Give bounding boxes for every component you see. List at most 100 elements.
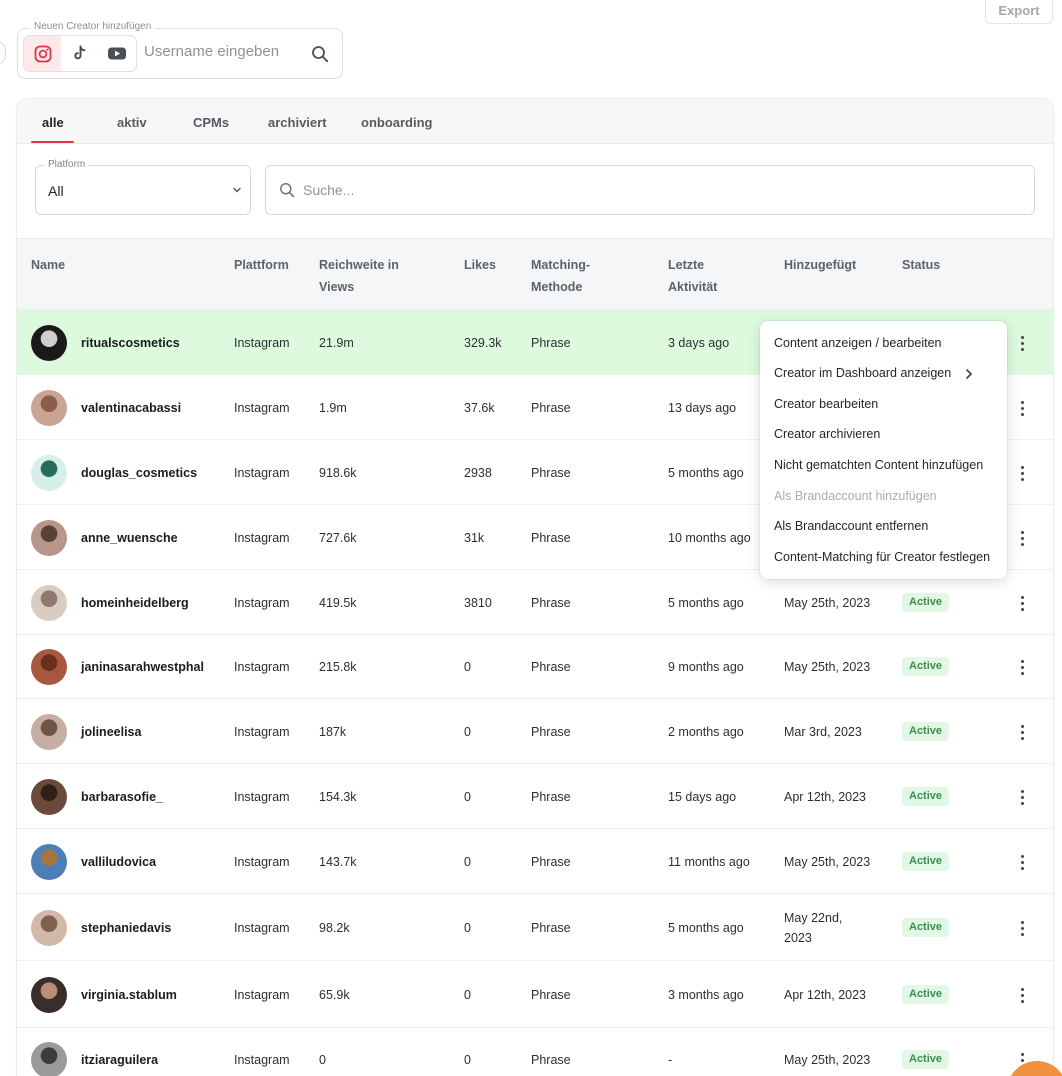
matching-method-cell: Phrase (531, 336, 571, 350)
likes-cell: 0 (464, 988, 471, 1002)
header-matching[interactable]: Matching- Methode (531, 254, 590, 298)
likes-cell: 31k (464, 531, 485, 545)
platform-cell: Instagram (234, 855, 290, 869)
header-activity-line1: Letzte (668, 258, 705, 272)
header-added[interactable]: Hinzugefügt (784, 254, 856, 276)
platform-cell: Instagram (234, 790, 290, 804)
table-header: Name Plattform Reichweite in Views Likes … (17, 238, 1053, 310)
username-input[interactable] (144, 43, 304, 60)
added-date-line1: May 25th, 2023 (784, 596, 871, 610)
export-button[interactable]: Export (985, 0, 1053, 24)
tab-onboarding[interactable]: onboarding (361, 115, 433, 130)
platform-select[interactable]: Platform All (35, 159, 251, 215)
more-actions-icon[interactable] (1018, 657, 1026, 677)
row-context-menu: Content anzeigen / bearbeiten Creator im… (760, 321, 1007, 579)
header-reach-line1: Reichweite in (319, 258, 399, 272)
search-icon[interactable] (311, 45, 329, 63)
avatar (31, 714, 67, 750)
header-likes[interactable]: Likes (464, 254, 496, 276)
creator-name[interactable]: ritualscosmetics (81, 333, 180, 353)
tab-archiviert[interactable]: archiviert (268, 115, 327, 130)
creator-name[interactable]: jolineelisa (81, 722, 141, 742)
avatar (31, 585, 67, 621)
reach-cell: 918.6k (319, 466, 357, 480)
tab-cpms[interactable]: CPMs (193, 115, 229, 130)
more-actions-icon[interactable] (1018, 398, 1026, 418)
more-actions-icon[interactable] (1018, 528, 1026, 548)
last-activity-cell: 11 months ago (668, 855, 750, 869)
added-date-line1: Apr 12th, 2023 (784, 988, 867, 1002)
tiktok-button[interactable] (61, 36, 98, 71)
more-actions-icon[interactable] (1018, 593, 1026, 613)
header-status[interactable]: Status (902, 254, 940, 276)
table-row[interactable]: stephaniedavis Instagram 98.2k 0 Phrase 5 mon… (17, 894, 1053, 961)
added-date-line1: May 25th, 2023 (784, 660, 871, 674)
more-actions-icon[interactable] (1018, 722, 1026, 742)
reach-cell: 21.9m (319, 336, 354, 350)
header-platform[interactable]: Plattform (234, 254, 289, 276)
creator-name[interactable]: douglas_cosmetics (81, 463, 197, 483)
creator-name[interactable]: itziaraguilera (81, 1050, 158, 1070)
added-date-cell: Apr 12th, 2023 (784, 787, 866, 807)
creator-name[interactable]: valliludovica (81, 852, 156, 872)
menu-item-dashboard-anzeigen[interactable]: Creator im Dashboard anzeigen (774, 366, 951, 380)
tab-alle[interactable]: alle (42, 115, 64, 130)
more-actions-icon[interactable] (1018, 787, 1026, 807)
filter-bar: Platform All (17, 159, 1053, 217)
tab-aktiv[interactable]: aktiv (117, 115, 147, 130)
last-activity-cell: 9 months ago (668, 660, 744, 674)
last-activity-cell: 10 months ago (668, 531, 751, 545)
table-row[interactable]: homeinheidelberg Instagram 419.5k 3810 Phras… (17, 570, 1053, 635)
table-row[interactable]: janinasarahwestphal Instagram 215.8k 0 Phras… (17, 635, 1053, 699)
chevron-right-icon (966, 369, 973, 379)
menu-item-content-anzeigen[interactable]: Content anzeigen / bearbeiten (774, 336, 942, 350)
header-name[interactable]: Name (31, 254, 65, 276)
avatar (31, 455, 67, 491)
table-row[interactable]: barbarasofie_ Instagram 154.3k 0 Phrase 15 da… (17, 764, 1053, 829)
more-actions-icon[interactable] (1018, 463, 1026, 483)
header-activity[interactable]: Letzte Aktivität (668, 254, 717, 298)
creator-name[interactable]: virginia.stablum (81, 985, 177, 1005)
status-badge: Active (902, 787, 950, 806)
collapse-handle[interactable] (0, 41, 6, 65)
search-input[interactable] (303, 182, 903, 198)
add-creator-label: Neuen Creator hinzufügen (30, 21, 156, 32)
table-row[interactable]: jolineelisa Instagram 187k 0 Phrase 2 months … (17, 699, 1053, 764)
creator-name[interactable]: stephaniedavis (81, 918, 171, 938)
creator-name[interactable]: barbarasofie_ (81, 787, 163, 807)
matching-method-cell: Phrase (531, 660, 571, 674)
creator-name[interactable]: janinasarahwestphal (81, 657, 204, 677)
youtube-button[interactable] (98, 36, 135, 71)
added-date-cell: Apr 12th, 2023 (784, 985, 866, 1005)
reach-cell: 419.5k (319, 596, 357, 610)
menu-item-content-hinzufuegen[interactable]: Nicht gematchten Content hinzufügen (774, 458, 983, 472)
last-activity-cell: 15 days ago (668, 790, 737, 804)
added-date-cell: May 25th, 2023 (784, 852, 870, 872)
creator-name[interactable]: anne_wuensche (81, 528, 178, 548)
more-actions-icon[interactable] (1018, 333, 1026, 353)
menu-item-brandaccount-entfernen[interactable]: Als Brandaccount entfernen (774, 519, 928, 533)
status-badge: Active (902, 593, 950, 612)
likes-cell: 3810 (464, 596, 492, 610)
add-creator-box: Neuen Creator hinzufügen (17, 21, 343, 79)
more-actions-icon[interactable] (1018, 852, 1026, 872)
likes-cell: 0 (464, 790, 471, 804)
more-actions-icon[interactable] (1018, 918, 1026, 938)
table-row[interactable]: itziaraguilera Instagram 0 0 Phrase - May 25th… (17, 1028, 1053, 1076)
menu-item-creator-bearbeiten[interactable]: Creator bearbeiten (774, 397, 878, 411)
matching-method-cell: Phrase (531, 401, 571, 415)
creator-name[interactable]: homeinheidelberg (81, 593, 189, 613)
platform-cell: Instagram (234, 725, 290, 739)
header-reach[interactable]: Reichweite in Views (319, 254, 399, 298)
added-date-line1: May 25th, 2023 (784, 1053, 871, 1067)
creator-name[interactable]: valentinacabassi (81, 398, 181, 418)
table-row[interactable]: valliludovica Instagram 143.7k 0 Phrase 11 mo… (17, 829, 1053, 894)
matching-method-cell: Phrase (531, 988, 571, 1002)
likes-cell: 0 (464, 855, 471, 869)
menu-item-creator-archivieren[interactable]: Creator archivieren (774, 427, 880, 441)
last-activity-cell: - (668, 1053, 673, 1067)
instagram-button[interactable] (24, 36, 61, 71)
menu-item-content-matching[interactable]: Content-Matching für Creator festlegen (774, 550, 990, 564)
table-row[interactable]: virginia.stablum Instagram 65.9k 0 Phrase 3 m… (17, 961, 1053, 1028)
more-actions-icon[interactable] (1018, 985, 1026, 1005)
